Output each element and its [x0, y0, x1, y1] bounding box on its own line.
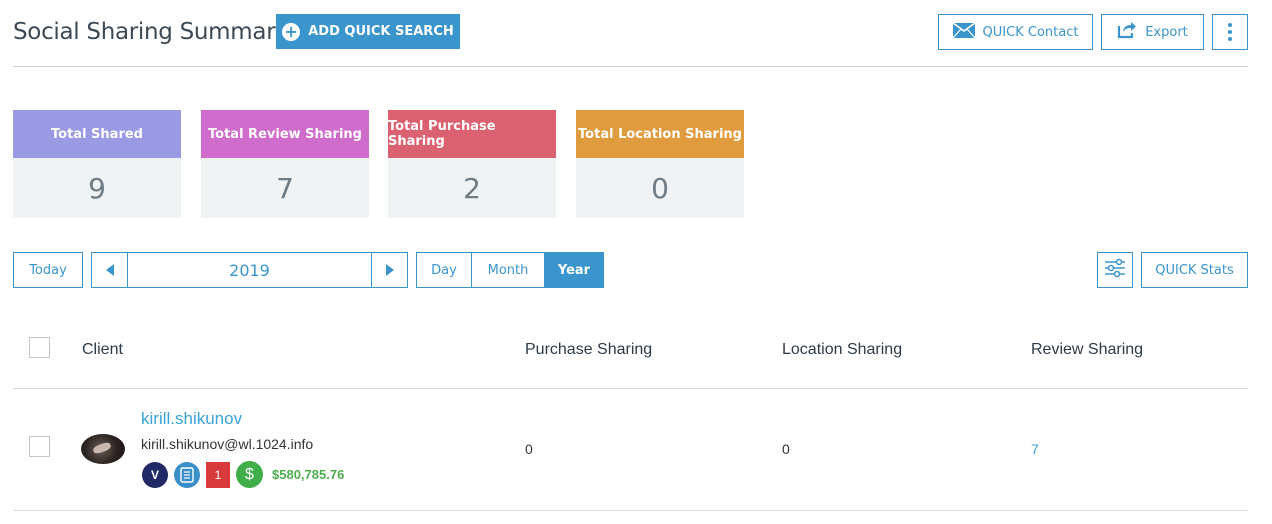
- quick-contact-button[interactable]: QUICK Contact: [938, 14, 1093, 50]
- quick-stats-button[interactable]: QUICK Stats: [1141, 252, 1248, 288]
- card-total-purchase-sharing: Total Purchase Sharing 2: [388, 110, 556, 218]
- client-name-link[interactable]: kirill.shikunov: [141, 409, 242, 429]
- view-switcher: Day Month Year: [416, 252, 604, 288]
- location-sharing-value: 0: [782, 441, 790, 457]
- add-quick-search-label: ADD QUICK SEARCH: [308, 24, 454, 39]
- column-review-sharing[interactable]: Review Sharing: [1031, 341, 1143, 359]
- plus-circle-icon: +: [282, 22, 301, 41]
- page-title: Social Sharing Summary: [13, 19, 289, 45]
- card-label: Total Location Sharing: [576, 110, 744, 158]
- view-year-button[interactable]: Year: [545, 253, 603, 287]
- view-day-button[interactable]: Day: [417, 253, 472, 287]
- quick-contact-label: QUICK Contact: [982, 24, 1079, 40]
- select-all-checkbox[interactable]: [29, 337, 50, 358]
- card-label: Total Shared: [13, 110, 181, 158]
- dollar-icon[interactable]: $: [236, 461, 263, 488]
- table-header-divider: [13, 388, 1248, 389]
- column-location-sharing[interactable]: Location Sharing: [782, 341, 902, 359]
- view-month-button[interactable]: Month: [472, 253, 545, 287]
- triangle-right-icon: [385, 264, 394, 276]
- export-button[interactable]: Export: [1101, 14, 1204, 50]
- today-button[interactable]: Today: [13, 252, 83, 288]
- period-navigator: 2019: [91, 252, 408, 288]
- period-value: 2019: [229, 260, 270, 280]
- header-divider: [13, 66, 1248, 67]
- share-arrow-icon: [1117, 21, 1137, 43]
- card-value: 9: [88, 171, 106, 205]
- card-value: 0: [651, 171, 669, 205]
- count-badge[interactable]: 1: [206, 461, 230, 488]
- column-client[interactable]: Client: [82, 341, 123, 359]
- vip-badge[interactable]: V: [142, 461, 168, 488]
- table-row-divider: [13, 510, 1248, 511]
- filter-settings-button[interactable]: [1097, 252, 1133, 288]
- client-amount: $580,785.76: [272, 467, 345, 482]
- card-label: Total Purchase Sharing: [388, 110, 556, 158]
- card-value: 2: [463, 171, 481, 205]
- export-label: Export: [1145, 24, 1188, 40]
- row-checkbox[interactable]: [29, 436, 50, 457]
- purchase-sharing-value: 0: [525, 441, 533, 457]
- sliders-icon: [1104, 258, 1126, 282]
- card-label: Total Review Sharing: [201, 110, 369, 158]
- card-total-review-sharing: Total Review Sharing 7: [201, 110, 369, 218]
- review-sharing-link[interactable]: 7: [1031, 441, 1039, 457]
- triangle-left-icon: [105, 264, 114, 276]
- next-period-button[interactable]: [371, 253, 407, 287]
- card-total-location-sharing: Total Location Sharing 0: [576, 110, 744, 218]
- card-total-shared: Total Shared 9: [13, 110, 181, 218]
- client-email: kirill.shikunov@wl.1024.info: [141, 436, 314, 452]
- document-icon[interactable]: [174, 461, 200, 488]
- vertical-dots-icon: [1228, 23, 1232, 41]
- avatar[interactable]: [81, 434, 125, 464]
- previous-period-button[interactable]: [92, 253, 128, 287]
- envelope-icon: [952, 21, 976, 42]
- card-value: 7: [276, 171, 294, 205]
- more-options-button[interactable]: [1212, 14, 1248, 50]
- column-purchase-sharing[interactable]: Purchase Sharing: [525, 341, 652, 359]
- add-quick-search-button[interactable]: + ADD QUICK SEARCH: [276, 14, 460, 49]
- client-badges: V 1 $ $580,785.76: [142, 461, 344, 488]
